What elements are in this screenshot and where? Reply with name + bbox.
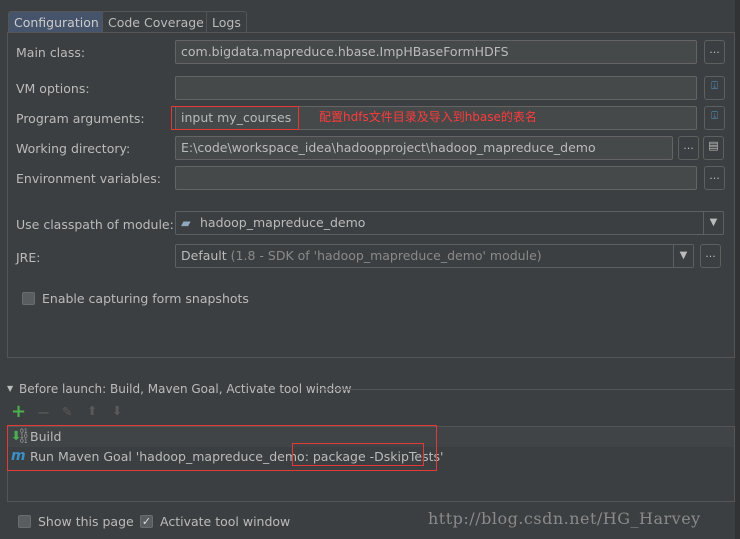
main-class-field[interactable]: com.bigdata.mapreduce.hbase.ImpHBaseForm… (175, 40, 697, 64)
snapshots-label: Enable capturing form snapshots (42, 291, 249, 306)
vm-options-field[interactable] (175, 76, 697, 100)
environment-variables-button[interactable]: ... (704, 166, 725, 190)
remove-icon: − (37, 403, 51, 422)
expand-icon[interactable]: ⍗ (704, 76, 725, 100)
highlight-box (292, 443, 424, 466)
working-directory-browse-button[interactable]: ... (678, 136, 699, 160)
jre-label: JRE: (16, 250, 41, 265)
classpath-module-value: hadoop_mapreduce_demo (200, 215, 366, 230)
main-class-browse-button[interactable]: ... (704, 40, 725, 64)
collapse-icon[interactable]: ▼ (7, 384, 13, 393)
jre-detail: (1.8 - SDK of 'hadoop_mapreduce_demo' mo… (230, 248, 542, 263)
highlight-box (171, 106, 299, 130)
jre-value: Default (181, 248, 227, 263)
environment-variables-label: Environment variables: (16, 171, 161, 186)
edit-icon: ✎ (62, 404, 73, 419)
move-up-icon: ⬆ (87, 403, 98, 418)
document-icon[interactable]: ▤ (703, 136, 724, 160)
environment-variables-field[interactable] (175, 166, 697, 190)
working-directory-label: Working directory: (16, 141, 131, 156)
activate-tool-label: Activate tool window (160, 514, 291, 529)
annotation-text: 配置hdfs文件目录及导入到hbase的表名 (319, 110, 537, 124)
chevron-down-icon[interactable]: ▼ (673, 245, 693, 267)
watermark: http://blog.csdn.net/HG_Harvey (428, 509, 701, 528)
tab-code-coverage[interactable]: Code Coverage (102, 11, 210, 33)
expand-icon[interactable]: ⍗ (704, 106, 725, 130)
working-directory-field[interactable]: E:\code\workspace_idea\hadoopproject\had… (175, 136, 673, 160)
snapshots-checkbox[interactable] (22, 292, 35, 305)
jre-browse-button[interactable]: ... (700, 244, 721, 268)
folder-icon: ▰ (181, 215, 191, 230)
activate-tool-checkbox[interactable]: ✓ (140, 515, 153, 528)
move-down-icon: ⬇ (112, 403, 123, 418)
divider (318, 389, 734, 390)
program-arguments-label: Program arguments: (16, 111, 145, 126)
add-icon[interactable]: + (11, 401, 26, 422)
main-class-label: Main class: (16, 45, 86, 60)
classpath-module-select[interactable]: ▰ hadoop_mapreduce_demo ▼ (175, 211, 724, 235)
jre-select[interactable]: Default (1.8 - SDK of 'hadoop_mapreduce_… (175, 244, 694, 268)
tab-configuration[interactable]: Configuration (8, 11, 105, 33)
tab-logs[interactable]: Logs (206, 11, 247, 33)
chevron-down-icon[interactable]: ▼ (703, 212, 723, 234)
before-launch-title: Before launch: Build, Maven Goal, Activa… (19, 382, 352, 396)
classpath-module-label: Use classpath of module: (16, 217, 174, 232)
show-page-label: Show this page (38, 514, 134, 529)
show-page-checkbox[interactable] (18, 515, 31, 528)
vm-options-label: VM options: (16, 81, 90, 96)
scrollbar[interactable] (735, 0, 740, 539)
